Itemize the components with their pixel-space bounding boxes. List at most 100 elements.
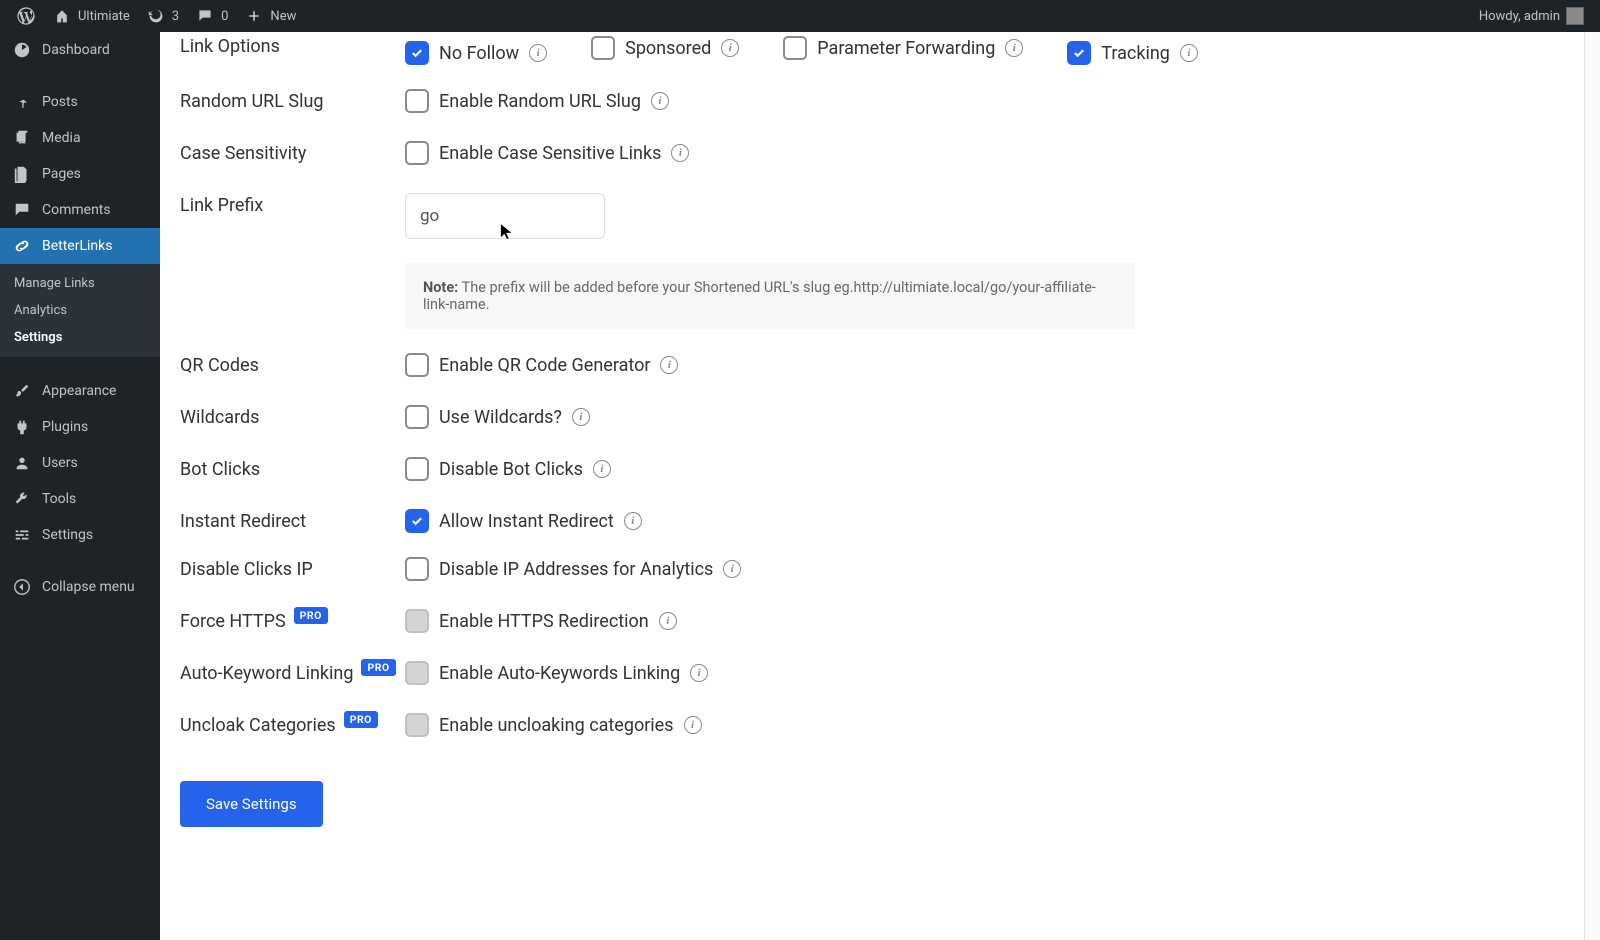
info-icon[interactable]: i xyxy=(671,144,689,162)
info-icon[interactable]: i xyxy=(690,664,708,682)
checkbox-wildcards[interactable] xyxy=(405,405,429,429)
row-label-instant: Instant Redirect xyxy=(180,509,405,532)
row-label-link-options: Link Options xyxy=(180,36,405,57)
comments-count[interactable]: 0 xyxy=(187,0,236,32)
sliders-icon xyxy=(12,525,32,545)
info-icon[interactable]: i xyxy=(684,716,702,734)
checkbox-instant[interactable] xyxy=(405,509,429,533)
checkbox-no-follow[interactable] xyxy=(405,41,429,65)
wrench-icon xyxy=(12,489,32,509)
sidebar-item-comments[interactable]: Comments xyxy=(0,192,160,228)
updates-count[interactable]: 3 xyxy=(138,0,187,32)
label-instant: Allow Instant Redirect xyxy=(439,511,614,532)
pin-icon xyxy=(12,92,32,112)
sidebar-collapse[interactable]: Collapse menu xyxy=(0,569,160,605)
label-qr: Enable QR Code Generator xyxy=(439,355,650,376)
brush-icon xyxy=(12,381,32,401)
info-icon[interactable]: i xyxy=(572,408,590,426)
betterlinks-submenu: Manage Links Analytics Settings xyxy=(0,264,160,357)
submenu-settings[interactable]: Settings xyxy=(0,324,160,351)
row-label-bot-clicks: Bot Clicks xyxy=(180,457,405,480)
checkbox-auto-keyword xyxy=(405,661,429,685)
info-icon[interactable]: i xyxy=(723,560,741,578)
site-name[interactable]: Ultimiate xyxy=(44,0,138,32)
checkbox-sponsored[interactable] xyxy=(591,36,615,60)
dashboard-icon xyxy=(12,40,32,60)
row-label-disable-ip: Disable Clicks IP xyxy=(180,557,405,580)
checkbox-force-https xyxy=(405,609,429,633)
checkbox-param-forward[interactable] xyxy=(783,36,807,60)
sidebar-item-plugins[interactable]: Plugins xyxy=(0,409,160,445)
submenu-analytics[interactable]: Analytics xyxy=(0,297,160,324)
row-label-force-https: Force HTTPSPRO xyxy=(180,609,405,632)
link-prefix-note: Note: The prefix will be added before yo… xyxy=(405,263,1135,329)
home-icon xyxy=(52,6,72,26)
row-label-link-prefix: Link Prefix xyxy=(180,193,405,216)
row-label-qr: QR Codes xyxy=(180,353,405,376)
label-force-https: Enable HTTPS Redirection xyxy=(439,611,649,632)
sidebar-item-appearance[interactable]: Appearance xyxy=(0,373,160,409)
info-icon[interactable]: i xyxy=(659,612,677,630)
label-random-slug: Enable Random URL Slug xyxy=(439,91,641,112)
collapse-icon xyxy=(12,577,32,597)
label-wildcards: Use Wildcards? xyxy=(439,407,562,428)
row-label-uncloak: Uncloak CategoriesPRO xyxy=(180,713,405,736)
checkbox-disable-ip[interactable] xyxy=(405,557,429,581)
wordpress-icon xyxy=(16,6,36,26)
row-label-case-sens: Case Sensitivity xyxy=(180,141,405,164)
wp-logo[interactable] xyxy=(8,0,44,32)
info-icon[interactable]: i xyxy=(593,460,611,478)
sidebar-item-users[interactable]: Users xyxy=(0,445,160,481)
sidebar-item-dashboard[interactable]: Dashboard xyxy=(0,32,160,68)
save-button[interactable]: Save Settings xyxy=(180,781,323,827)
new-content[interactable]: New xyxy=(236,0,304,32)
row-label-auto-keyword: Auto-Keyword LinkingPRO xyxy=(180,661,405,684)
pages-icon xyxy=(12,164,32,184)
checkbox-tracking[interactable] xyxy=(1067,41,1091,65)
sidebar-item-media[interactable]: Media xyxy=(0,120,160,156)
row-label-random-slug: Random URL Slug xyxy=(180,89,405,112)
user-greeting[interactable]: Howdy, admin xyxy=(1471,7,1592,25)
checkbox-bot-clicks[interactable] xyxy=(405,457,429,481)
settings-content: Link Options No Follow i Sponsored i Par… xyxy=(160,32,1600,940)
pro-badge: PRO xyxy=(294,607,328,624)
info-icon[interactable]: i xyxy=(1180,44,1198,62)
media-icon xyxy=(12,128,32,148)
label-sponsored: Sponsored xyxy=(625,38,711,59)
site-name-text: Ultimiate xyxy=(78,9,130,24)
avatar xyxy=(1566,7,1584,25)
info-icon[interactable]: i xyxy=(651,92,669,110)
label-disable-ip: Disable IP Addresses for Analytics xyxy=(439,559,713,580)
info-icon[interactable]: i xyxy=(529,44,547,62)
info-icon[interactable]: i xyxy=(1005,39,1023,57)
sidebar-item-posts[interactable]: Posts xyxy=(0,84,160,120)
label-param-forward: Parameter Forwarding xyxy=(817,38,995,59)
pro-badge: PRO xyxy=(361,659,395,676)
label-case-sens: Enable Case Sensitive Links xyxy=(439,143,661,164)
label-no-follow: No Follow xyxy=(439,43,519,64)
sidebar-item-settings[interactable]: Settings xyxy=(0,517,160,553)
admin-bar: Ultimiate 3 0 New Howdy, admin xyxy=(0,0,1600,32)
label-uncloak: Enable uncloaking categories xyxy=(439,715,674,736)
scrollbar[interactable] xyxy=(1584,32,1600,940)
submenu-manage-links[interactable]: Manage Links xyxy=(0,270,160,297)
row-label-wildcards: Wildcards xyxy=(180,405,405,428)
sidebar-item-tools[interactable]: Tools xyxy=(0,481,160,517)
info-icon[interactable]: i xyxy=(660,356,678,374)
sidebar-item-betterlinks[interactable]: BetterLinks xyxy=(0,228,160,264)
label-tracking: Tracking xyxy=(1101,43,1170,64)
label-bot-clicks: Disable Bot Clicks xyxy=(439,459,583,480)
label-auto-keyword: Enable Auto-Keywords Linking xyxy=(439,663,680,684)
comment-icon xyxy=(195,6,215,26)
link-prefix-input[interactable] xyxy=(405,193,605,239)
plus-icon xyxy=(244,6,264,26)
checkbox-random-slug[interactable] xyxy=(405,89,429,113)
info-icon[interactable]: i xyxy=(721,39,739,57)
checkbox-qr[interactable] xyxy=(405,353,429,377)
pro-badge: PRO xyxy=(344,711,378,728)
checkbox-uncloak xyxy=(405,713,429,737)
info-icon[interactable]: i xyxy=(624,512,642,530)
sidebar-item-pages[interactable]: Pages xyxy=(0,156,160,192)
checkbox-case-sens[interactable] xyxy=(405,141,429,165)
users-icon xyxy=(12,453,32,473)
